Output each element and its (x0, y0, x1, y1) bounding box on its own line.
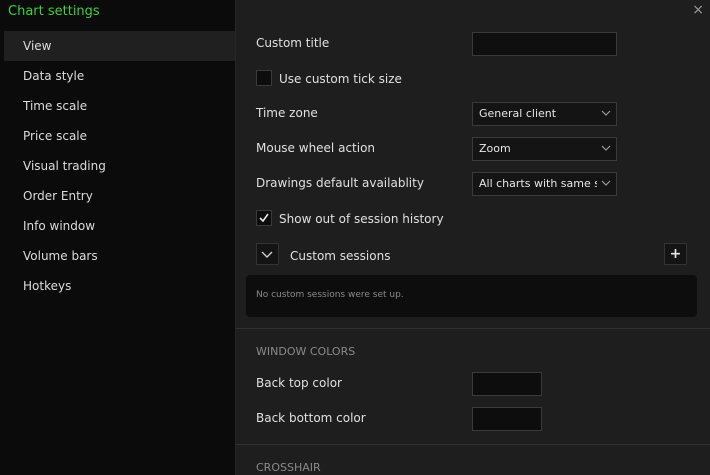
back-top-color-label: Back top color (256, 376, 342, 390)
time-zone-select[interactable]: General client (472, 102, 617, 126)
custom-sessions-list: No custom sessions were set up. (246, 275, 697, 317)
mouse-wheel-value: Zoom (479, 142, 511, 155)
chevron-down-icon (601, 145, 611, 151)
sidebar-item-info-window[interactable]: Info window (4, 211, 235, 241)
drawings-select[interactable]: All charts with same symbol (472, 172, 617, 196)
drawings-label: Drawings default availablity (256, 176, 424, 190)
section-divider (236, 444, 710, 445)
back-bottom-color-label: Back bottom color (256, 411, 366, 425)
sidebar-item-hotkeys[interactable]: Hotkeys (4, 271, 235, 301)
settings-panel: × Custom title Use custom tick size Time… (236, 0, 710, 475)
custom-title-label: Custom title (256, 36, 330, 50)
time-zone-label: Time zone (256, 106, 318, 120)
back-top-color-swatch[interactable] (472, 372, 542, 396)
custom-tick-label: Use custom tick size (279, 72, 402, 86)
sidebar-item-view[interactable]: View (4, 31, 235, 61)
drawings-value: All charts with same symbol (479, 177, 597, 190)
sidebar-item-visual-trading[interactable]: Visual trading (4, 151, 235, 181)
mouse-wheel-select[interactable]: Zoom (472, 137, 617, 161)
custom-sessions-label: Custom sessions (290, 249, 391, 263)
back-bottom-color-swatch[interactable] (472, 407, 542, 431)
checkmark-icon (259, 213, 269, 223)
chevron-down-icon (261, 251, 273, 258)
sidebar-item-time-scale[interactable]: Time scale (4, 91, 235, 121)
sidebar-item-volume-bars[interactable]: Volume bars (4, 241, 235, 271)
sidebar-item-price-scale[interactable]: Price scale (4, 121, 235, 151)
sidebar-item-order-entry[interactable]: Order Entry (4, 181, 235, 211)
empty-sessions-text: No custom sessions were set up. (256, 290, 404, 300)
section-divider (236, 328, 710, 329)
custom-title-input[interactable] (472, 32, 617, 56)
custom-tick-checkbox[interactable] (256, 70, 272, 86)
mouse-wheel-label: Mouse wheel action (256, 141, 376, 155)
chevron-down-icon (601, 110, 611, 116)
chevron-down-icon (601, 180, 611, 186)
dialog-title: Chart settings (8, 4, 100, 19)
add-session-button[interactable]: + (664, 243, 687, 265)
sidebar-item-data-style[interactable]: Data style (4, 61, 235, 91)
window-colors-header: WINDOW COLORS (256, 345, 356, 358)
crosshair-header: CROSSHAIR (256, 461, 321, 474)
close-icon[interactable]: × (692, 2, 704, 18)
session-history-label: Show out of session history (279, 212, 444, 226)
session-history-checkbox[interactable] (256, 210, 272, 226)
settings-sidebar: Chart settings View Data style Time scal… (0, 0, 236, 475)
time-zone-value: General client (479, 107, 557, 120)
expand-sessions-button[interactable] (256, 243, 279, 265)
